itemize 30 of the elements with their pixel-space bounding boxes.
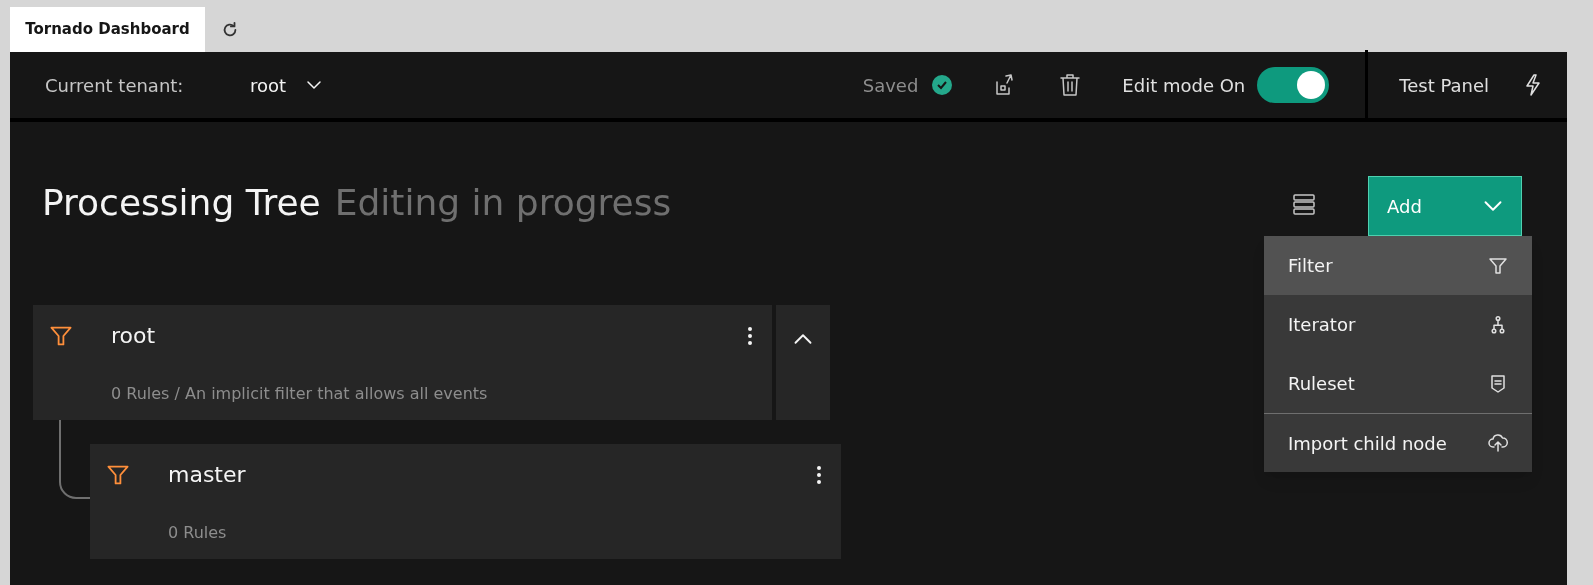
tree-node-card[interactable]: root 0 Rules / An implicit filter that allows all events	[33, 305, 772, 420]
page-title: Processing Tree	[42, 181, 321, 225]
tree-node-card[interactable]: master 0 Rules	[90, 444, 841, 559]
filter-icon	[1488, 255, 1508, 276]
trash-icon[interactable]	[1058, 73, 1083, 97]
overflow-menu-icon[interactable]	[817, 465, 821, 484]
refresh-icon[interactable]	[221, 21, 239, 39]
overflow-menu-icon[interactable]	[748, 326, 752, 345]
node-description: 0 Rules	[168, 522, 228, 544]
add-button[interactable]: Add	[1368, 176, 1522, 236]
list-view-icon[interactable]	[1292, 192, 1316, 216]
tab[interactable]: Tornado Dashboard	[10, 7, 205, 52]
menu-item[interactable]: Filter	[1264, 236, 1532, 295]
edit-mode-toggle[interactable]	[1257, 67, 1330, 103]
node-name: master	[168, 461, 247, 489]
menu-item[interactable]: Iterator	[1264, 295, 1532, 354]
page-subtitle: Editing in progress	[334, 181, 672, 225]
test-panel-label[interactable]: Test Panel	[1399, 71, 1489, 99]
edit-mode-label: Edit mode On	[1122, 73, 1246, 98]
node-name: root	[111, 322, 157, 350]
check-circle-icon	[932, 75, 953, 95]
tenant-dropdown[interactable]: root	[250, 71, 323, 99]
save-status: Saved	[862, 73, 919, 98]
shield-icon	[1488, 373, 1508, 394]
menu-item[interactable]: Ruleset	[1264, 354, 1532, 413]
menu-item[interactable]: Import child node	[1264, 413, 1532, 472]
lightning-icon[interactable]	[1523, 73, 1543, 97]
node-description: 0 Rules / An implicit filter that allows all events	[111, 383, 489, 405]
cloud-upload-icon	[1488, 433, 1508, 453]
tenant-label: Current tenant:	[45, 73, 185, 98]
